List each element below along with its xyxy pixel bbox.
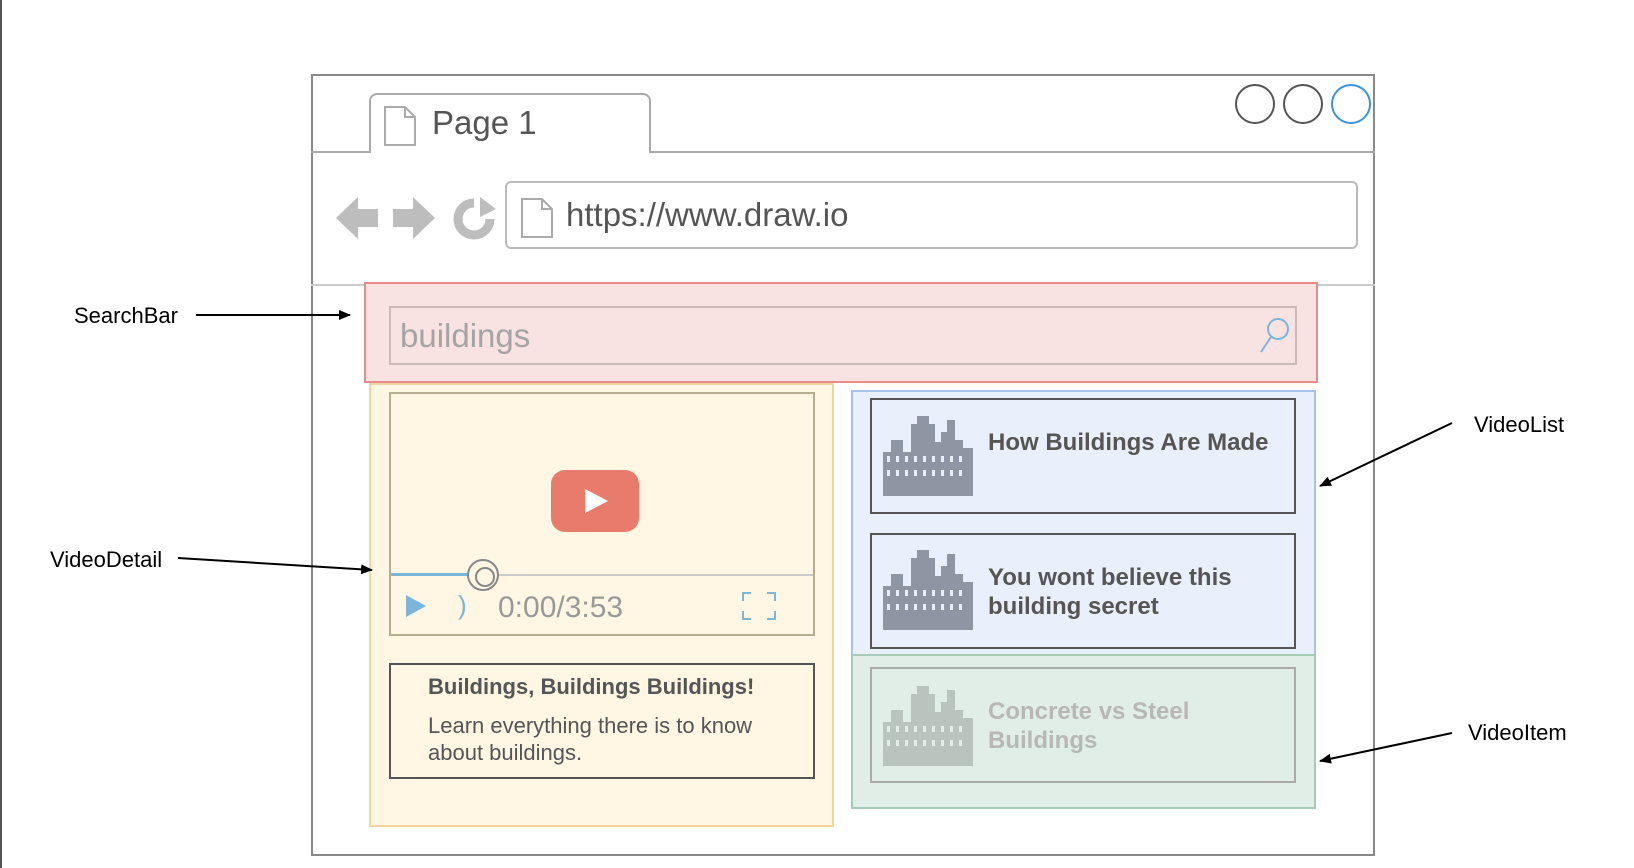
video-item-title: How Buildings Are Made — [988, 429, 1269, 456]
progress-handle[interactable] — [467, 559, 499, 591]
annotation-searchbar: SearchBar — [74, 303, 178, 328]
window-control-circle[interactable] — [1235, 84, 1275, 124]
reload-icon[interactable] — [452, 197, 496, 241]
play-icon[interactable] — [406, 595, 426, 617]
annotation-videoitem: VideoItem — [1468, 720, 1567, 745]
tab-title: Page 1 — [432, 104, 537, 141]
play-icon[interactable] — [551, 470, 639, 532]
url-text: https://www.draw.io — [566, 196, 849, 233]
annotation-videolist: VideoList — [1474, 412, 1565, 437]
page-icon — [384, 106, 416, 146]
window-control-circle-active[interactable] — [1331, 84, 1371, 124]
city-thumbnail-icon — [883, 412, 973, 496]
back-arrow-icon[interactable] — [334, 195, 380, 241]
city-thumbnail-icon — [883, 682, 973, 766]
video-item-title: You wont believe this building secret — [988, 564, 1232, 620]
left-border — [0, 0, 2, 868]
video-time: 0:00/3:53 — [498, 591, 624, 624]
progress-fill — [391, 573, 473, 576]
window-control-circle[interactable] — [1283, 84, 1323, 124]
search-query: buildings — [400, 317, 531, 354]
city-thumbnail-icon — [883, 546, 973, 630]
fullscreen-icon[interactable] — [742, 592, 776, 620]
volume-icon[interactable]: ) — [458, 590, 467, 621]
video-title: Buildings, Buildings Buildings! — [428, 674, 755, 699]
annotation-videodetail: VideoDetail — [50, 547, 163, 572]
search-icon[interactable] — [1258, 316, 1292, 356]
forward-arrow-icon[interactable] — [391, 195, 437, 241]
video-item-title: Concrete vs Steel Buildings — [988, 698, 1190, 754]
video-description: Learn everything there is to know about … — [428, 713, 753, 765]
page-icon — [521, 198, 553, 238]
